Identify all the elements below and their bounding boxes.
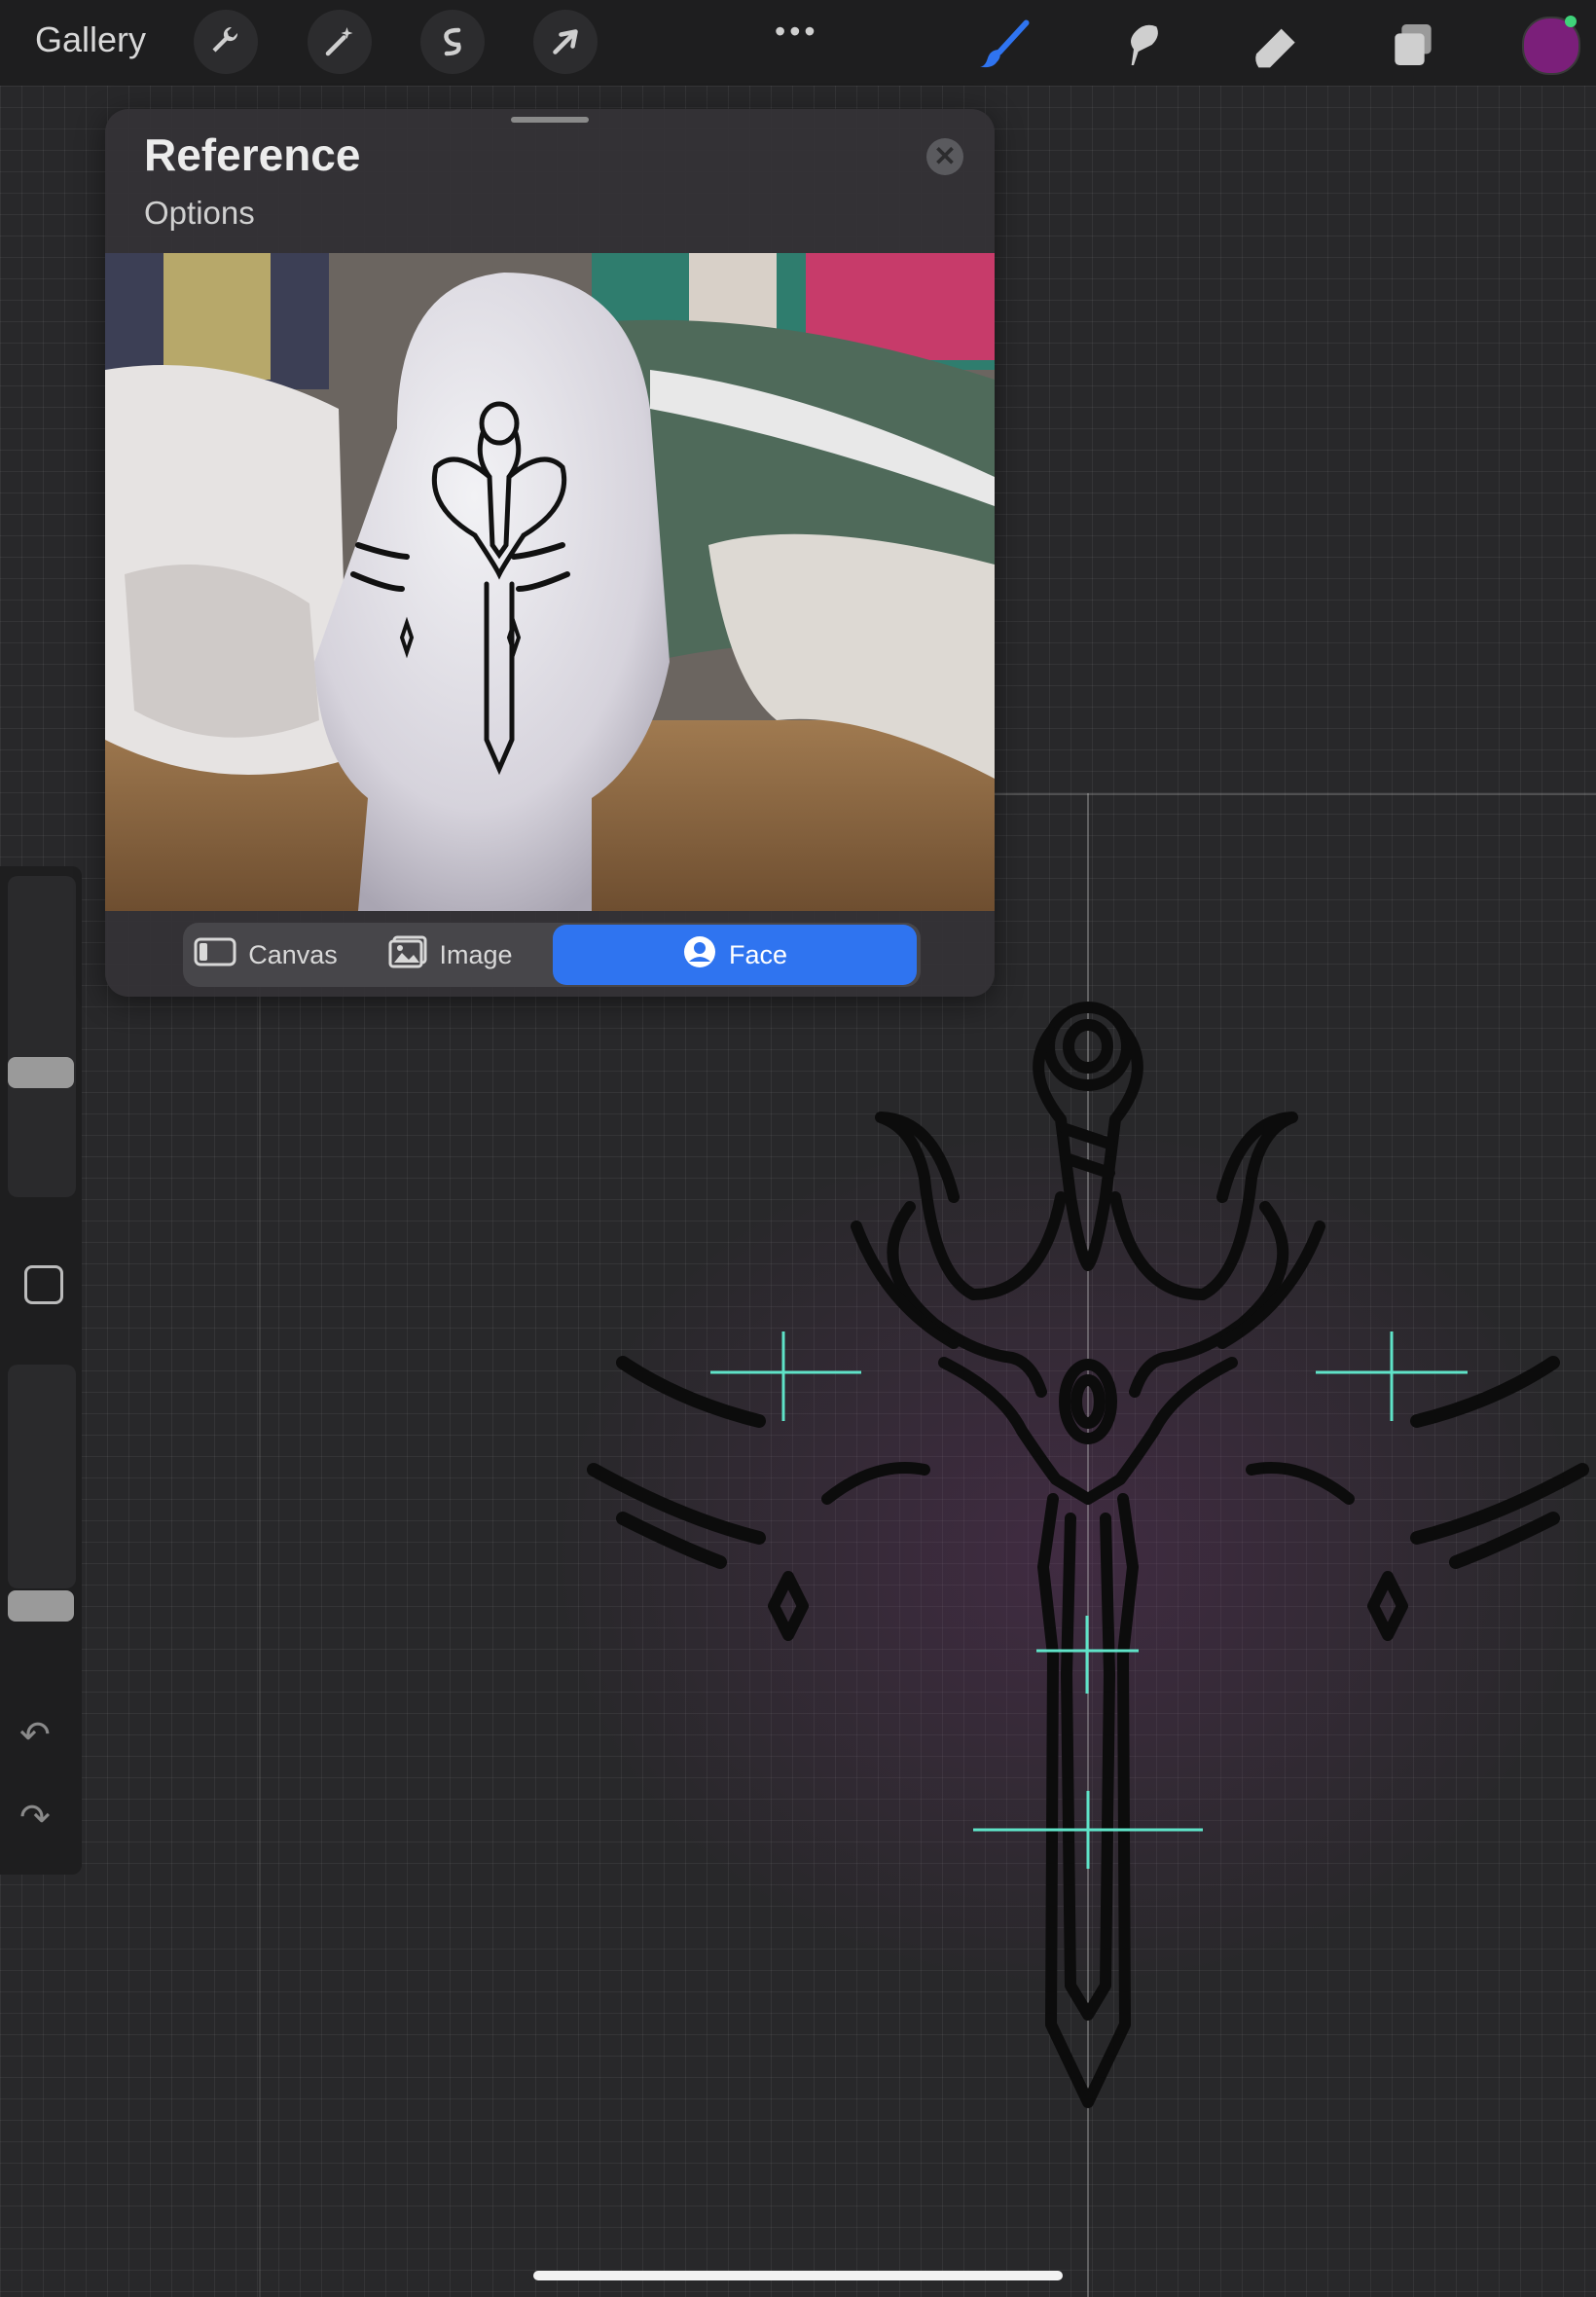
guide-line-horizontal bbox=[993, 793, 1596, 795]
layers-icon[interactable] bbox=[1382, 14, 1444, 76]
brush-size-slider[interactable] bbox=[8, 876, 76, 1197]
face-icon bbox=[682, 934, 717, 976]
close-icon[interactable]: ✕ bbox=[926, 138, 963, 175]
reference-face-preview bbox=[105, 253, 995, 911]
drag-handle[interactable] bbox=[511, 117, 589, 123]
tab-label: Face bbox=[728, 939, 788, 969]
color-status-dot bbox=[1565, 16, 1577, 27]
smudge-icon[interactable] bbox=[1109, 14, 1172, 76]
tab-canvas[interactable]: Canvas bbox=[183, 923, 348, 987]
gallery-button[interactable]: Gallery bbox=[35, 19, 146, 60]
tab-image[interactable]: Image bbox=[368, 923, 533, 987]
undo-icon[interactable]: ↶ bbox=[19, 1713, 51, 1757]
image-icon bbox=[388, 935, 427, 975]
opacity-slider[interactable] bbox=[8, 1365, 76, 1588]
eraser-icon[interactable] bbox=[1246, 14, 1308, 76]
opacity-thumb[interactable] bbox=[8, 1590, 74, 1622]
more-options-button[interactable]: ••• bbox=[775, 14, 819, 50]
sidebar: ↶ ↷ bbox=[0, 866, 82, 1875]
modify-button[interactable] bbox=[24, 1265, 63, 1304]
brush-icon[interactable] bbox=[973, 14, 1035, 76]
magic-wand-icon[interactable] bbox=[308, 10, 372, 74]
transform-arrow-icon[interactable] bbox=[533, 10, 598, 74]
brush-size-thumb[interactable] bbox=[8, 1057, 74, 1088]
panel-title: Reference bbox=[144, 129, 361, 180]
options-link[interactable]: Options bbox=[144, 195, 255, 232]
canvas-icon bbox=[194, 937, 236, 973]
guide-line-vertical-left bbox=[259, 983, 261, 2297]
selection-icon[interactable] bbox=[420, 10, 485, 74]
tab-label: Canvas bbox=[248, 939, 338, 969]
tab-label: Image bbox=[439, 939, 513, 969]
wrench-icon[interactable] bbox=[194, 10, 258, 74]
tab-face[interactable]: Face bbox=[553, 925, 917, 985]
home-indicator bbox=[533, 2271, 1063, 2280]
top-toolbar: Gallery ••• bbox=[0, 0, 1596, 86]
reference-mode-tabs: Canvas Image Face bbox=[183, 923, 921, 987]
canvas-artwork bbox=[587, 1002, 1589, 2108]
reference-panel: Reference Options ✕ Canvas Image Face bbox=[105, 109, 995, 997]
redo-icon[interactable]: ↷ bbox=[19, 1796, 51, 1840]
